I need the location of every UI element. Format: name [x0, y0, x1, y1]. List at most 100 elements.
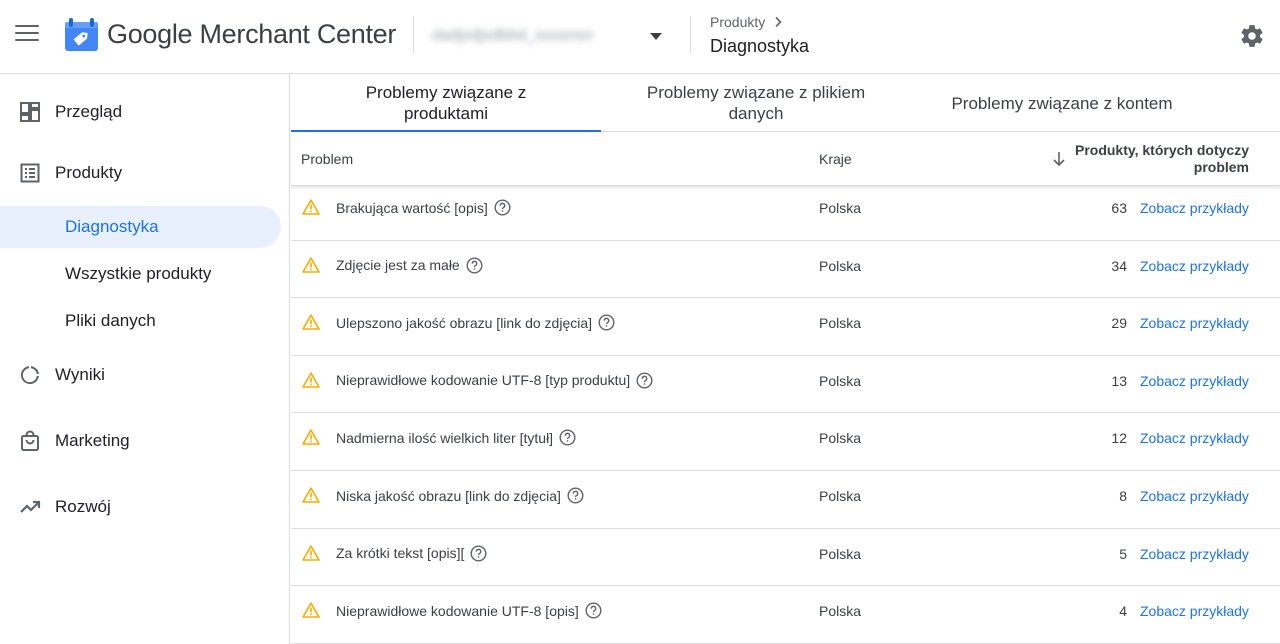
caret-down-icon	[650, 33, 662, 40]
product-name: Google Merchant Center	[107, 19, 397, 49]
see-examples-link[interactable]: Zobacz przykłady	[1140, 546, 1249, 562]
affected-count-cell: 63	[1111, 200, 1127, 216]
sidebar-item-wyniki[interactable]: Wyniki	[0, 353, 280, 397]
table-row: Za krótki tekst [opis][ Polska 5 Zobacz prz…	[291, 529, 1280, 587]
tab-problemy-konto[interactable]: Problemy związane z kontem	[911, 74, 1213, 132]
affected-count-cell: 4	[1119, 603, 1127, 620]
table-row: Brakująca wartość [opis] Polska 63 Zobacz p…	[291, 183, 1280, 241]
help-icon[interactable]	[585, 602, 602, 619]
see-examples-link[interactable]: Zobacz przykłady	[1140, 603, 1249, 619]
problem-cell: Zdjęcie jest za małe	[336, 257, 483, 274]
problem-text: Niska jakość obrazu [link do zdjęcia]	[336, 487, 561, 504]
help-icon[interactable]	[598, 314, 615, 331]
tab-problemy-produkty[interactable]: Problemy związane z produktami	[291, 74, 601, 133]
see-examples-link[interactable]: Zobacz przykłady	[1140, 430, 1249, 446]
sidebar-subitem-diagnostyka[interactable]: Diagnostyka	[0, 206, 281, 248]
affected-count-cell: 29	[1111, 315, 1127, 332]
sidebar-subitem-pliki-danych[interactable]: Pliki danych	[0, 300, 281, 342]
see-examples-link[interactable]: Zobacz przykłady	[1140, 488, 1249, 504]
table-row: Ulepszono jakość obrazu [link do zdjęcia…	[291, 298, 1280, 356]
header-divider	[690, 16, 691, 54]
country-cell: Polska	[819, 257, 862, 274]
tab-label: Problemy związane z produktami	[365, 83, 527, 123]
help-icon[interactable]	[636, 372, 653, 389]
warning-icon	[302, 429, 320, 446]
column-header-problem[interactable]: Problem	[301, 151, 353, 167]
problem-text: Zdjęcie jest za małe	[336, 257, 460, 274]
country-cell: Polska	[819, 315, 862, 332]
problem-cell: Nieprawidłowe kodowanie UTF-8 [typ produ…	[336, 372, 653, 389]
sidebar-item-label: Produkty	[55, 163, 123, 182]
problem-text: Nieprawidłowe kodowanie UTF-8 [opis]	[336, 602, 579, 619]
warning-icon	[302, 314, 320, 330]
country-cell: Polska	[819, 545, 862, 562]
chevron-right-icon	[775, 16, 782, 28]
problem-cell: Nieprawidłowe kodowanie UTF-8 [opis]	[336, 602, 602, 619]
see-examples-link[interactable]: Zobacz przykłady	[1140, 373, 1249, 389]
table-row: Nadmierna ilość wielkich liter [tytuł] Po…	[291, 413, 1280, 471]
problem-text: Nieprawidłowe kodowanie UTF-8 [typ produ…	[336, 372, 631, 389]
table-header: Problem Kraje Produkty, których dotyczy …	[291, 132, 1280, 186]
country-cell: Polska	[819, 372, 862, 389]
sidebar-item-produkty[interactable]: Produkty	[0, 151, 280, 195]
warning-icon	[302, 602, 320, 618]
country-cell: Polska	[819, 603, 862, 620]
problem-cell: Ulepszono jakość obrazu [link do zdjęcia…	[336, 314, 615, 331]
page-title: Diagnostyka	[710, 36, 810, 56]
problem-text: Nadmierna ilość wielkich liter [tytuł]	[336, 429, 554, 446]
sidebar: Przegląd Produkty Diagnostyka Wszystkie …	[0, 74, 290, 644]
help-icon[interactable]	[559, 429, 576, 446]
merchant-center-logo-icon	[65, 18, 98, 51]
table-row: Nieprawidłowe kodowanie UTF-8 [typ produ…	[291, 356, 1280, 414]
problem-text: Ulepszono jakość obrazu [link do zdjęcia…	[336, 314, 593, 331]
tab-label: Problemy związane z plikiem danych	[646, 83, 866, 123]
warning-icon	[302, 256, 320, 273]
problem-text: Za krótki tekst [opis][	[336, 545, 465, 562]
problem-cell: Nadmierna ilość wielkich liter [tytuł]	[336, 429, 576, 446]
menu-icon[interactable]	[15, 25, 39, 45]
help-icon[interactable]	[494, 199, 511, 216]
sidebar-item-rozwoj[interactable]: Rozwój	[0, 485, 280, 529]
problem-text: Brakująca wartość [opis]	[336, 199, 488, 216]
country-cell: Polska	[819, 488, 862, 504]
help-icon[interactable]	[567, 487, 584, 504]
help-icon[interactable]	[470, 545, 487, 562]
sidebar-subitem-wszystkie-produkty[interactable]: Wszystkie produkty	[0, 253, 281, 295]
breadcrumb-parent[interactable]: Produkty	[710, 14, 765, 30]
affected-count-cell: 5	[1119, 545, 1127, 562]
sidebar-item-label: Przegląd	[55, 102, 123, 121]
sidebar-item-label: Marketing	[55, 431, 130, 450]
tab-bar: Problemy związane z produktami Problemy …	[291, 74, 1280, 133]
dashboard-icon	[20, 102, 40, 122]
settings-gear-icon[interactable]	[1239, 23, 1265, 49]
problem-cell: Za krótki tekst [opis][	[336, 545, 487, 562]
affected-count-cell: 12	[1111, 430, 1127, 447]
country-cell: Polska	[819, 200, 862, 216]
see-examples-link[interactable]: Zobacz przykłady	[1140, 315, 1249, 331]
tab-label: Problemy związane z kontem	[951, 93, 1173, 113]
country-cell: Polska	[819, 430, 862, 447]
warning-icon	[302, 372, 320, 388]
list-icon	[20, 163, 40, 183]
sidebar-item-label: Rozwój	[55, 497, 111, 516]
account-selector[interactable]: dadjsdjsdbbd_ssssnsn	[432, 24, 668, 50]
column-header-kraje[interactable]: Kraje	[819, 151, 852, 167]
trending-up-icon	[20, 500, 41, 513]
shopping-bag-icon	[21, 430, 39, 451]
warning-icon	[302, 487, 320, 503]
help-icon[interactable]	[466, 257, 483, 274]
problem-cell: Niska jakość obrazu [link do zdjęcia]	[336, 487, 584, 504]
table-row: Niska jakość obrazu [link do zdjęcia] Pol…	[291, 471, 1280, 529]
sidebar-subitem-label: Diagnostyka	[65, 217, 159, 236]
affected-count-cell: 34	[1111, 257, 1127, 274]
see-examples-link[interactable]: Zobacz przykłady	[1140, 258, 1249, 274]
sidebar-item-marketing[interactable]: Marketing	[0, 419, 280, 463]
header-divider	[413, 16, 414, 54]
affected-count-cell: 13	[1111, 372, 1127, 389]
sidebar-item-przeglad[interactable]: Przegląd	[0, 90, 280, 134]
see-examples-link[interactable]: Zobacz przykłady	[1140, 200, 1249, 216]
table-row: Zdjęcie jest za małe Polska 34 Zobacz przyk…	[291, 241, 1280, 299]
column-header-count[interactable]: Produkty, których dotyczy problem	[1039, 142, 1249, 176]
donut-chart-icon	[20, 366, 39, 385]
tab-problemy-plik-danych[interactable]: Problemy związane z plikiem danych	[601, 74, 911, 132]
